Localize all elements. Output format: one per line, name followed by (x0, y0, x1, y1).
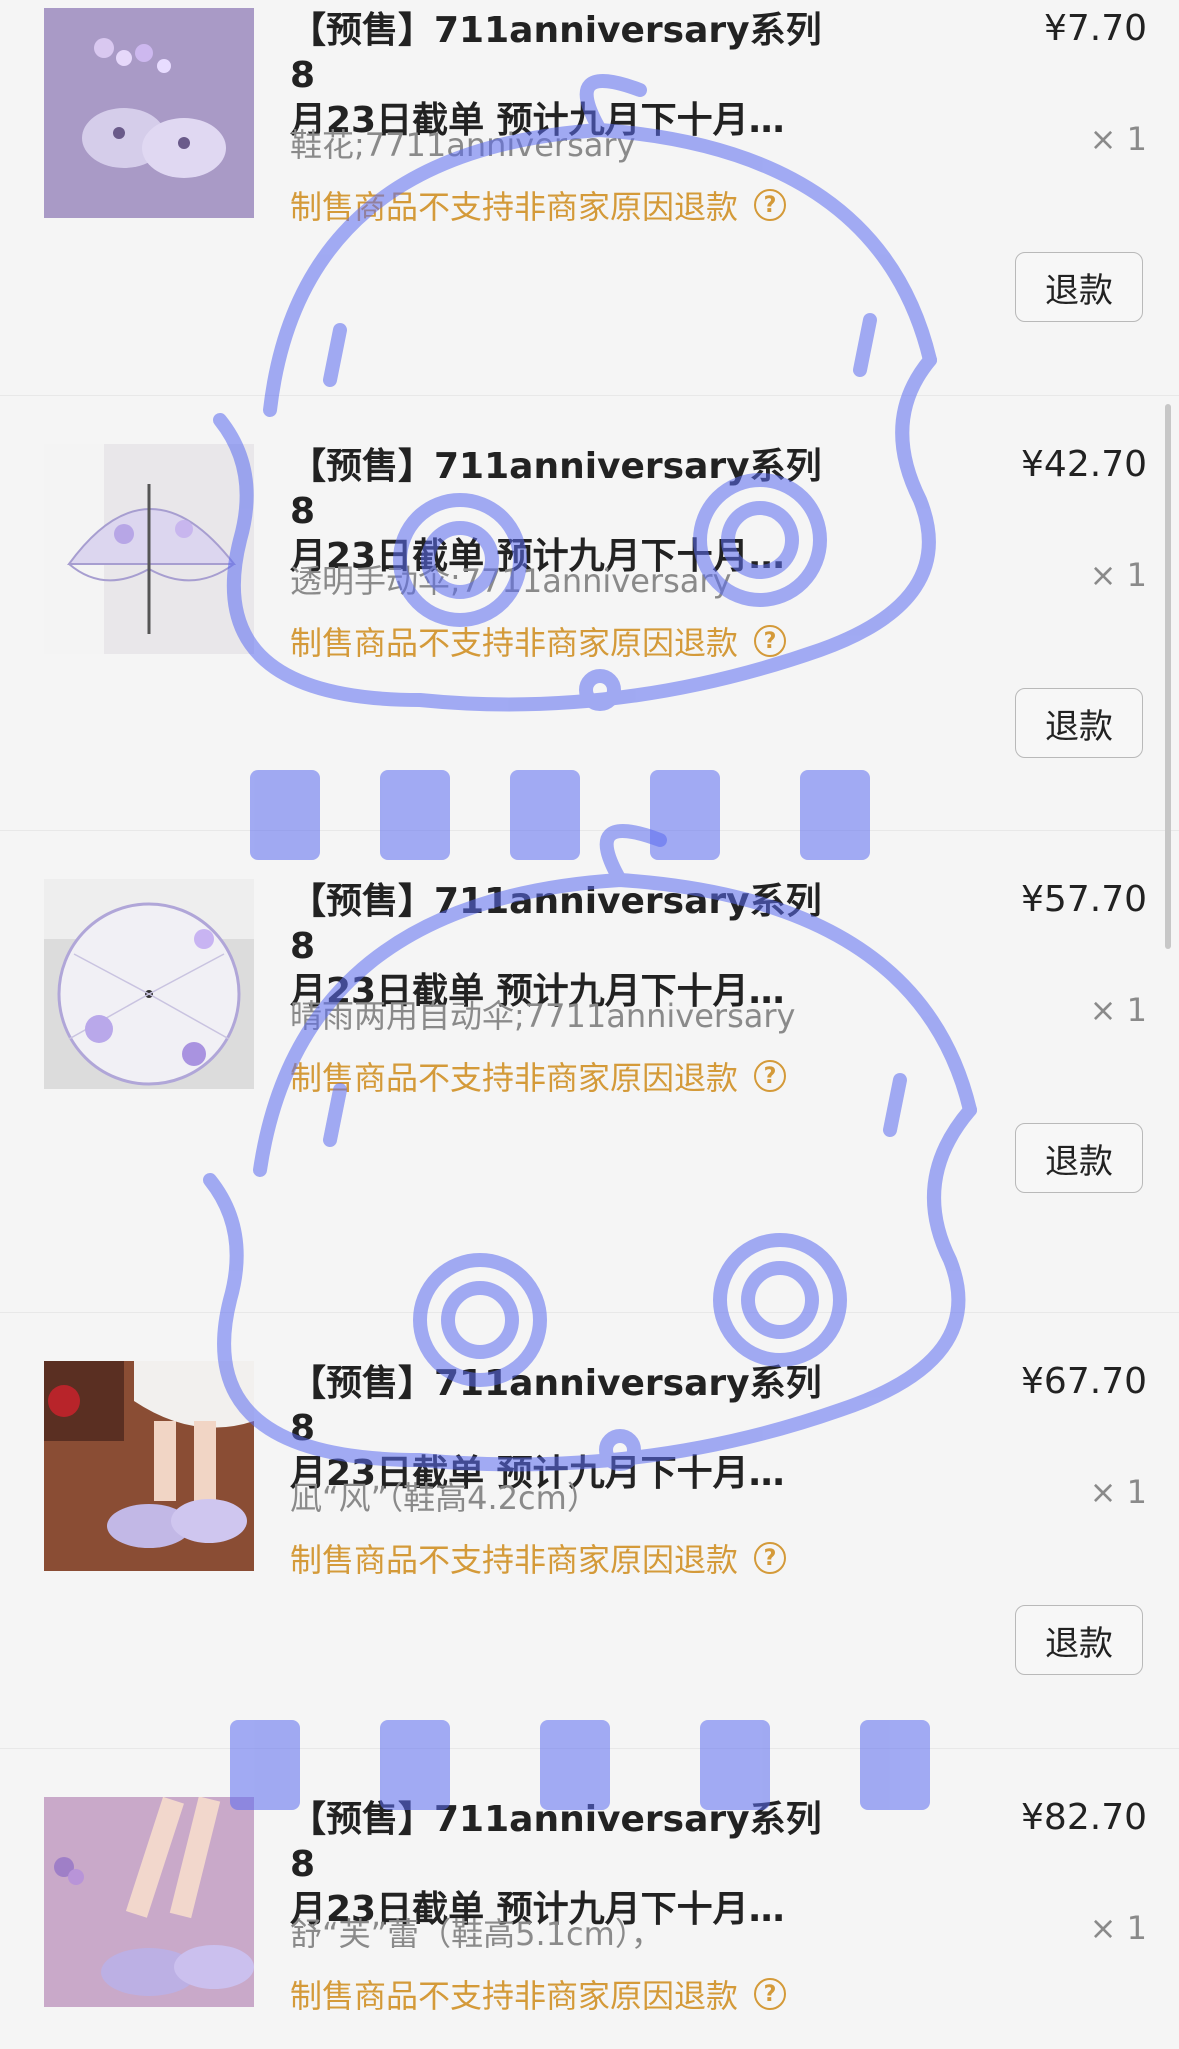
question-mark-icon[interactable]: ? (754, 1060, 787, 1092)
clear-umbrella-photo-icon (44, 444, 254, 654)
order-item[interactable]: 【预售】711anniversary系列 8 月23日截单 预计九月下十月… ¥… (0, 0, 1179, 395)
scrollbar[interactable] (1165, 404, 1171, 949)
product-price: ¥7.70 (1043, 8, 1147, 49)
white-umbrella-photo-icon (44, 879, 254, 1089)
product-thumbnail[interactable] (44, 444, 254, 654)
product-thumbnail[interactable] (44, 879, 254, 1089)
refund-button[interactable]: 退款 (1015, 1605, 1143, 1675)
question-mark-icon[interactable]: ? (754, 189, 787, 221)
refund-button[interactable]: 退款 (1015, 1123, 1143, 1193)
product-quantity: × 1 (1089, 1473, 1147, 1511)
product-spec: 凪“风”（鞋高4.2cm） (290, 1479, 599, 1517)
refund-notice: 制售商品不支持非商家原因退款 ? (290, 1971, 787, 2017)
refund-button[interactable]: 退款 (1015, 688, 1143, 758)
product-spec: 鞋花;7711anniversary (290, 126, 636, 164)
product-thumbnail[interactable] (44, 8, 254, 218)
order-item[interactable]: 【预售】711anniversary系列 8 月23日截单 预计九月下十月… ¥… (0, 1312, 1179, 1749)
refund-notice-text: 制售商品不支持非商家原因退款 (290, 1059, 739, 1097)
order-item[interactable]: 【预售】711anniversary系列 8 月23日截单 预计九月下十月… ¥… (0, 830, 1179, 1313)
refund-notice: 制售商品不支持非商家原因退款 ? (290, 1053, 787, 1099)
refund-notice: 制售商品不支持非商家原因退款 ? (290, 1535, 787, 1581)
order-item[interactable]: 【预售】711anniversary系列 8 月23日截单 预计九月下十月… ¥… (0, 395, 1179, 831)
product-spec: 透明手动伞;7711anniversary (290, 562, 732, 600)
question-mark-icon[interactable]: ? (754, 625, 787, 657)
refund-notice-text: 制售商品不支持非商家原因退款 (290, 188, 739, 226)
question-mark-icon[interactable]: ? (754, 1542, 787, 1574)
product-spec: 舒“芙”蕾（鞋高5.1cm）， (290, 1915, 663, 1953)
product-thumbnail[interactable] (44, 1361, 254, 1571)
refund-notice-text: 制售商品不支持非商家原因退款 (290, 624, 739, 662)
refund-notice-text: 制售商品不支持非商家原因退款 (290, 1541, 739, 1579)
purple-slippers-photo-icon (44, 8, 254, 218)
refund-notice: 制售商品不支持非商家原因退款 ? (290, 182, 787, 228)
order-item[interactable]: 【预售】711anniversary系列 8 月23日截单 预计九月下十月… ¥… (0, 1748, 1179, 2049)
product-quantity: × 1 (1089, 1909, 1147, 1947)
product-price: ¥67.70 (1021, 1361, 1147, 1402)
refund-notice-text: 制售商品不支持非商家原因退款 (290, 1977, 739, 2015)
refund-notice: 制售商品不支持非商家原因退款 ? (290, 618, 787, 664)
product-price: ¥82.70 (1021, 1797, 1147, 1838)
product-quantity: × 1 (1089, 120, 1147, 158)
product-quantity: × 1 (1089, 556, 1147, 594)
question-mark-icon[interactable]: ? (754, 1978, 787, 2010)
product-thumbnail[interactable] (44, 1797, 254, 2007)
clogs-on-feet-photo-icon (44, 1361, 254, 1571)
product-quantity: × 1 (1089, 991, 1147, 1029)
lavender-clogs-photo-icon (44, 1797, 254, 2007)
refund-button[interactable]: 退款 (1015, 252, 1143, 322)
product-spec: 晴雨两用自动伞;7711anniversary (290, 997, 796, 1035)
product-price: ¥57.70 (1021, 879, 1147, 920)
product-price: ¥42.70 (1021, 444, 1147, 485)
